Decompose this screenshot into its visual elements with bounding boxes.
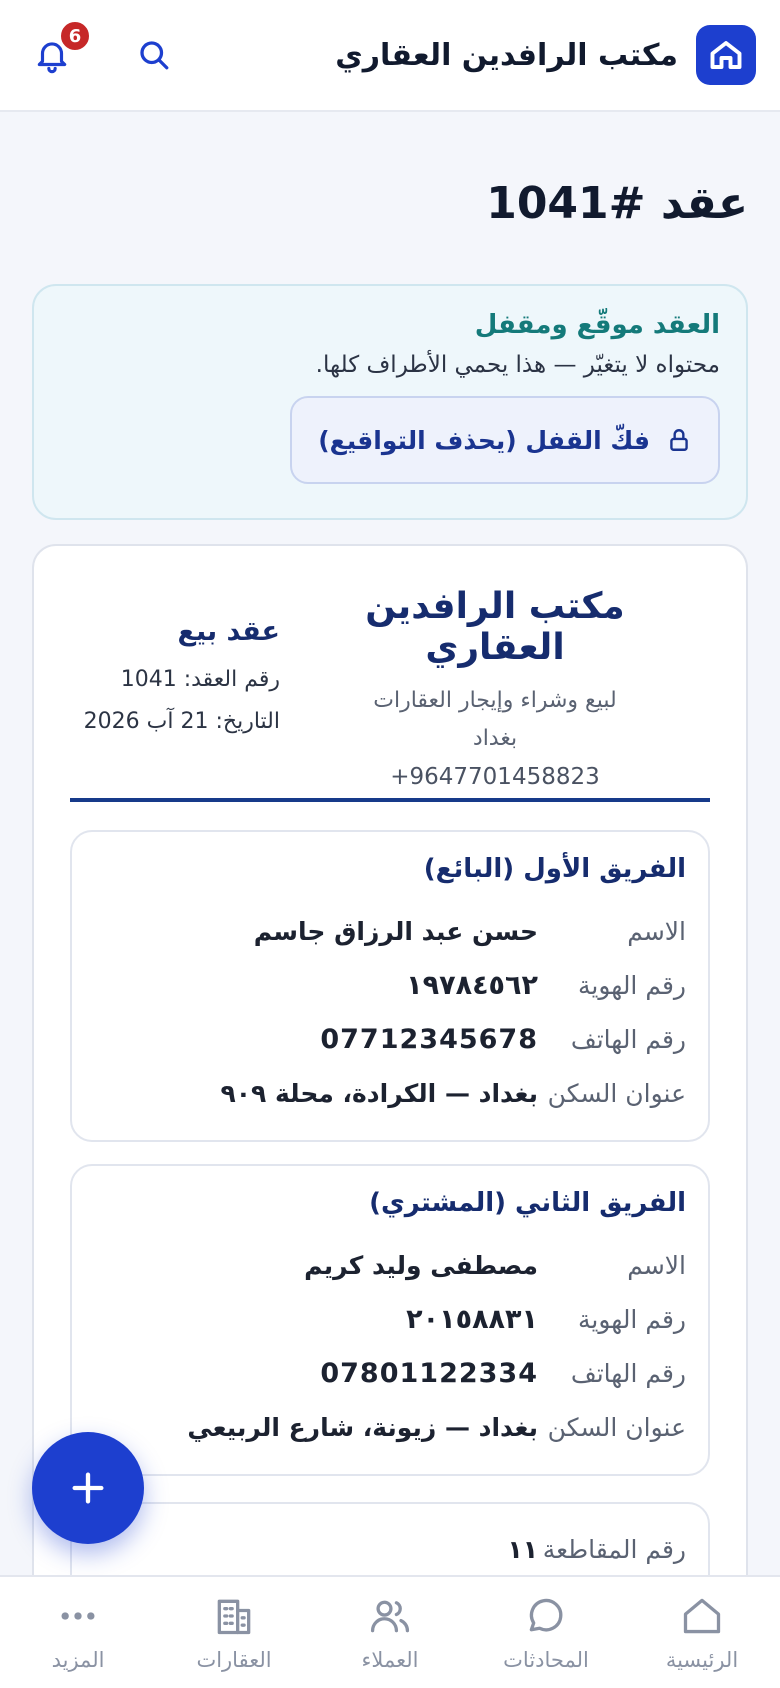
contract-date: التاريخ: 21 آب 2026	[83, 709, 280, 734]
buyer-id-row: رقم الهوية ٢٠١٥٨٨٣١	[94, 1292, 686, 1346]
nav-more[interactable]: المزيد	[0, 1577, 156, 1688]
contract-meta: عقد بيع رقم العقد: 1041 التاريخ: 21 آب 2…	[70, 616, 280, 743]
main-content[interactable]: عقد #1041 العقد موقّع ومقفل محتواه لا يت…	[0, 114, 780, 1575]
field-label: رقم الهوية	[578, 970, 686, 1000]
nav-chats-label: المحادثات	[503, 1647, 589, 1672]
lock-title: العقد موقّع ومقفل	[474, 310, 720, 340]
contract-screen: مكتب الرافدين العقاري 6 عقد #1041 العقد …	[0, 0, 780, 1688]
buyer-phone: 07801122334	[320, 1357, 538, 1389]
party-buyer-card: الفريق الثاني (المشتري) الاسم مصطفى وليد…	[70, 1164, 710, 1476]
property-card: رقم المقاطعة ١١	[70, 1502, 710, 1575]
unlock-label: فكّ القفل (يحذف التواقيع)	[318, 425, 650, 455]
field-label: عنوان السكن	[547, 1412, 686, 1442]
unlock-button[interactable]: فكّ القفل (يحذف التواقيع)	[290, 396, 720, 484]
buyer-name: مصطفى وليد كريم	[304, 1250, 538, 1280]
office-name: مكتب الرافدين العقاري	[365, 586, 625, 668]
app-header: مكتب الرافدين العقاري 6	[0, 0, 780, 112]
seller-id: ١٩٧٨٤٥٦٢	[406, 969, 538, 1001]
buyer-name-row: الاسم مصطفى وليد كريم	[94, 1238, 686, 1292]
lock-subtitle: محتواه لا يتغيّر — هذا يحمي الأطراف كلها…	[315, 352, 720, 378]
chat-bubble-icon	[529, 1598, 563, 1631]
header-actions: 6	[30, 19, 176, 77]
contract-document: مكتب الرافدين العقاري لبيع وشراء وإيجار …	[32, 544, 748, 1575]
search-button[interactable]	[132, 33, 176, 77]
field-label: رقم الهاتف	[570, 1358, 686, 1388]
field-label: الاسم	[627, 916, 686, 946]
field-label: عنوان السكن	[547, 1078, 686, 1108]
home-logo-icon	[696, 25, 756, 85]
plot-row: رقم المقاطعة ١١	[94, 1522, 686, 1575]
buyer-phone-row: رقم الهاتف 07801122334	[94, 1346, 686, 1400]
field-label: رقم الهوية	[578, 1304, 686, 1334]
bottom-nav: الرئيسية المحادثات العملاء العقارات المز…	[0, 1575, 780, 1688]
building-icon	[217, 1599, 251, 1634]
seller-address: بغداد — الكرادة، محلة ٩٠٩	[220, 1078, 539, 1108]
users-icon	[370, 1600, 410, 1632]
buyer-address: بغداد — زيونة، شارع الربيعي	[187, 1412, 538, 1442]
brand[interactable]: مكتب الرافدين العقاري	[335, 25, 756, 85]
seller-name-row: الاسم حسن عبد الرزاق جاسم	[94, 904, 686, 958]
party-seller-card: الفريق الأول (البائع) الاسم حسن عبد الرز…	[70, 830, 710, 1142]
add-button[interactable]	[32, 1432, 144, 1544]
office-tagline: لبيع وشراء وإيجار العقارات	[373, 688, 617, 713]
notifications-button[interactable]: 6	[30, 19, 92, 77]
nav-clients-label: العملاء	[361, 1647, 419, 1672]
nav-home[interactable]: الرئيسية	[624, 1577, 780, 1688]
field-label: رقم المقاطعة	[542, 1534, 686, 1564]
office-phone: +9647701458823	[390, 764, 600, 790]
nav-properties[interactable]: العقارات	[156, 1577, 312, 1688]
search-icon	[140, 41, 169, 70]
notifications-badge: 6	[58, 19, 92, 53]
more-dots-icon	[61, 1611, 95, 1620]
plot-number: ١١	[507, 1534, 538, 1564]
page-title: عقد #1041	[486, 178, 748, 229]
field-label: رقم الهاتف	[570, 1024, 686, 1054]
home-icon	[683, 1598, 721, 1633]
buyer-id: ٢٠١٥٨٨٣١	[406, 1303, 538, 1335]
office-city: بغداد	[472, 726, 518, 751]
contract-type: عقد بيع	[177, 616, 280, 647]
seller-phone: 07712345678	[320, 1023, 538, 1055]
contract-number: رقم العقد: 1041	[120, 667, 280, 692]
plus-icon	[72, 1472, 104, 1504]
seller-phone-row: رقم الهاتف 07712345678	[94, 1012, 686, 1066]
office-info: مكتب الرافدين العقاري لبيع وشراء وإيجار …	[310, 586, 680, 796]
nav-properties-label: العقارات	[196, 1647, 272, 1672]
nav-clients[interactable]: العملاء	[312, 1577, 468, 1688]
seller-name: حسن عبد الرزاق جاسم	[253, 916, 538, 946]
seller-address-row: عنوان السكن بغداد — الكرادة، محلة ٩٠٩	[94, 1066, 687, 1120]
nav-home-label: الرئيسية	[665, 1647, 739, 1672]
app-name: مكتب الرافدين العقاري	[335, 37, 678, 73]
nav-more-label: المزيد	[51, 1647, 105, 1672]
contract-header: مكتب الرافدين العقاري لبيع وشراء وإيجار …	[70, 546, 710, 802]
party-buyer-title: الفريق الثاني (المشتري)	[369, 1188, 686, 1218]
buyer-address-row: عنوان السكن بغداد — زيونة، شارع الربيعي	[94, 1400, 686, 1454]
lock-notice: العقد موقّع ومقفل محتواه لا يتغيّر — هذا…	[32, 284, 748, 520]
nav-chats[interactable]: المحادثات	[468, 1577, 624, 1688]
seller-id-row: رقم الهوية ١٩٧٨٤٥٦٢	[94, 958, 686, 1012]
party-seller-title: الفريق الأول (البائع)	[423, 854, 686, 884]
lock-icon	[670, 429, 688, 451]
field-label: الاسم	[627, 1250, 686, 1280]
